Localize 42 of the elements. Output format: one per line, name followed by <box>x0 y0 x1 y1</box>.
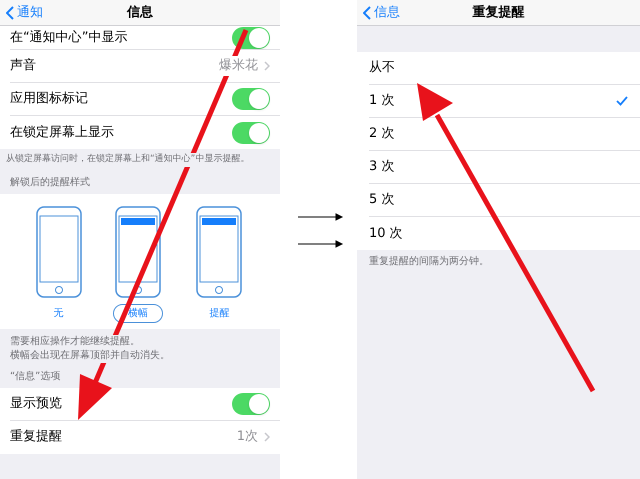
choice-row[interactable]: 2 次 <box>369 118 640 151</box>
style-option[interactable]: 提醒 <box>194 304 244 322</box>
settings-row[interactable]: 声音 爆米花 <box>10 50 280 83</box>
back-button[interactable]: 信息 <box>357 2 400 22</box>
screen-title: 信息 <box>127 4 153 22</box>
toggle-switch[interactable] <box>232 392 270 414</box>
settings-row[interactable]: 应用图标标记 <box>10 83 280 116</box>
section-header: “信息”选项 <box>9 370 62 384</box>
choice-label: 1 次 <box>369 92 394 110</box>
choice-label: 2 次 <box>369 125 394 144</box>
row-label: 声音 <box>10 57 36 76</box>
footer-text: 重复提醒的间隔为两分钟。 <box>368 254 490 269</box>
arrow-icon <box>298 240 344 248</box>
back-icon <box>6 6 14 20</box>
choice-row[interactable]: 10 次 <box>369 217 640 250</box>
choice-row[interactable]: 从不 <box>369 52 640 85</box>
chevron-icon <box>264 432 270 442</box>
row-value: 爆米花 <box>219 56 258 76</box>
row-label: 在“通知中心”中显示 <box>10 28 128 47</box>
toggle-switch[interactable] <box>232 88 270 110</box>
choice-label: 从不 <box>369 59 395 78</box>
toggle-switch[interactable] <box>232 122 270 144</box>
style-option[interactable]: 无 <box>38 304 79 322</box>
screen-title: 重复提醒 <box>472 4 524 22</box>
back-button[interactable]: 通知 <box>0 2 43 22</box>
settings-row[interactable]: 重复提醒 1次 <box>10 420 280 454</box>
back-icon <box>363 6 371 20</box>
row-label: 应用图标标记 <box>10 90 88 108</box>
choice-label: 10 次 <box>369 224 403 243</box>
choice-row[interactable]: 5 次 <box>369 184 640 217</box>
choice-row[interactable]: 3 次 <box>369 151 640 184</box>
settings-row[interactable]: 在“通知中心”中显示 <box>10 26 280 50</box>
choice-label: 5 次 <box>369 191 394 210</box>
style-option[interactable]: 横幅 <box>112 304 163 322</box>
row-label: 重复提醒 <box>10 428 62 446</box>
settings-row[interactable]: 在锁定屏幕上显示 <box>10 116 280 149</box>
chevron-icon <box>264 61 270 71</box>
row-label: 在锁定屏幕上显示 <box>10 124 114 142</box>
row-label: 显示预览 <box>10 394 62 413</box>
section-header: 解锁后的提醒样式 <box>9 176 91 190</box>
arrow-icon <box>298 213 344 221</box>
choice-label: 3 次 <box>369 158 394 176</box>
